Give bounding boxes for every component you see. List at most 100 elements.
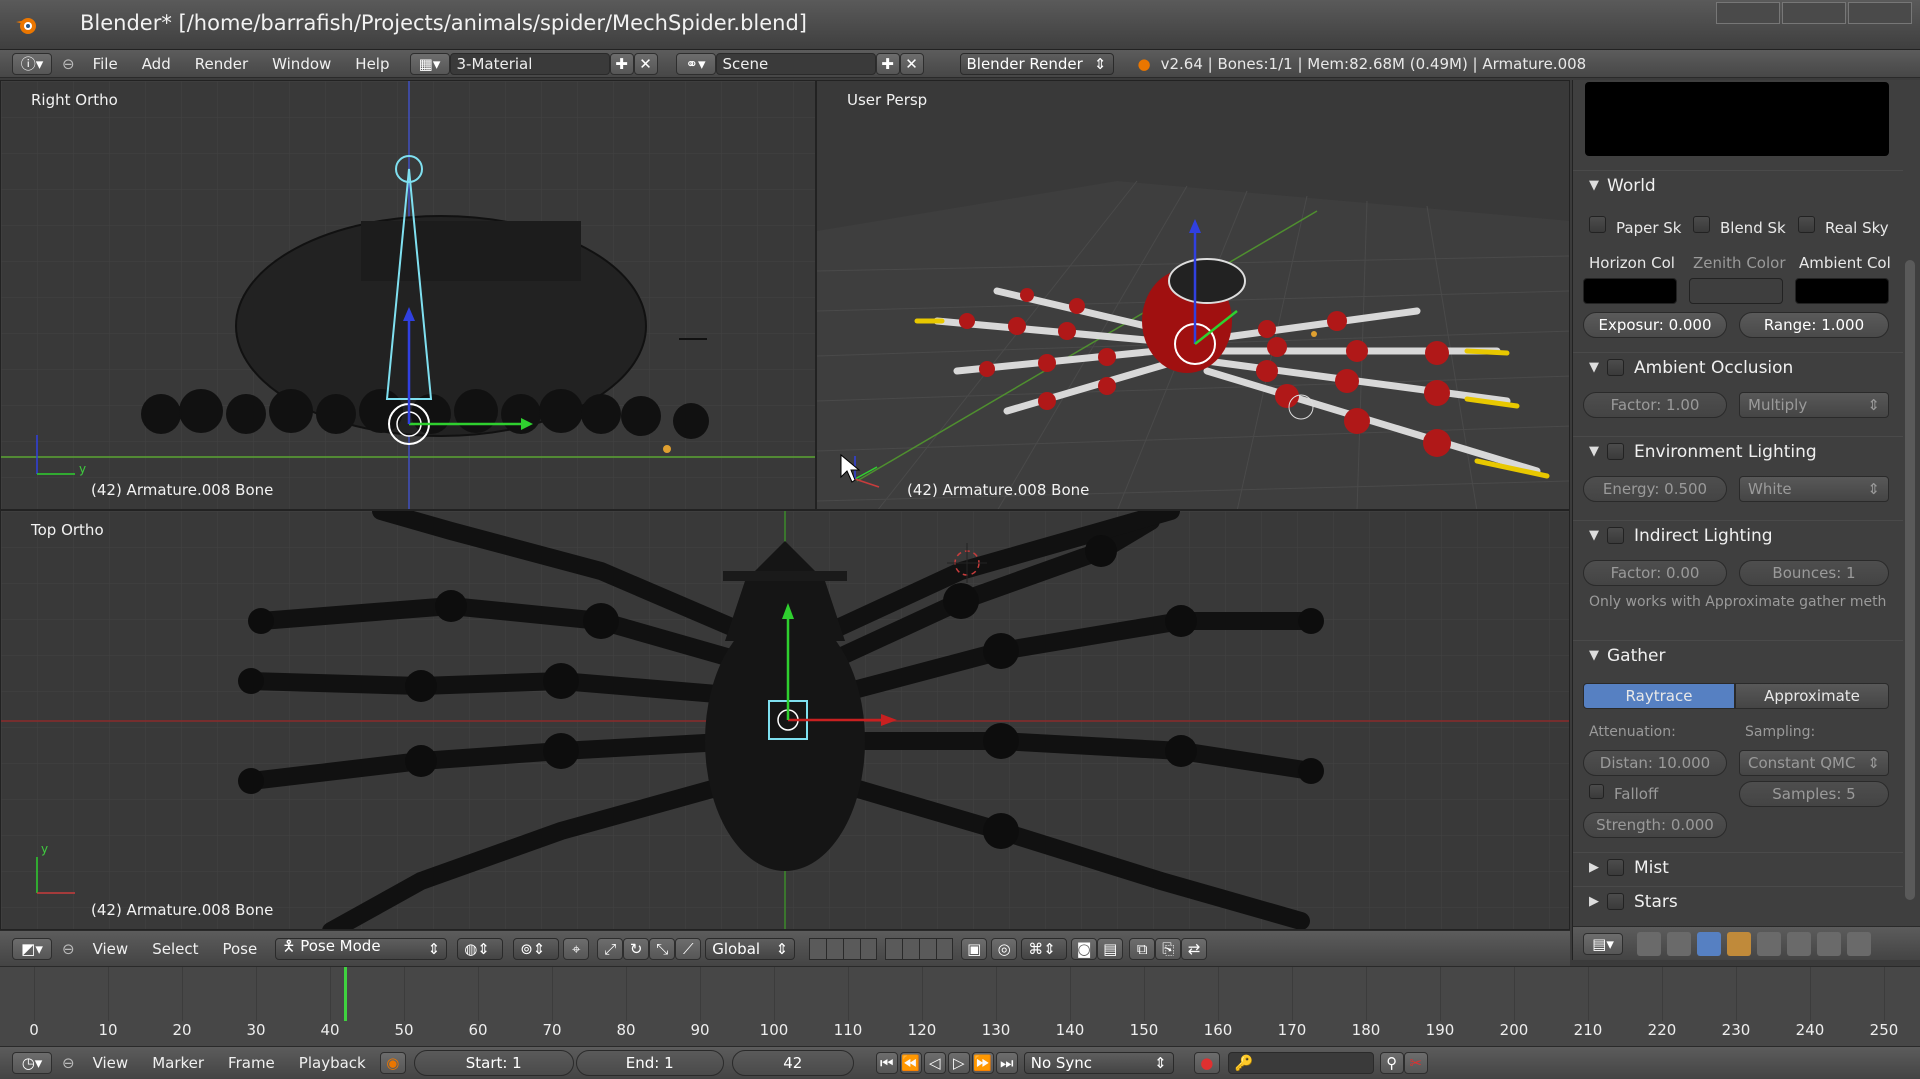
ambient-color-swatch[interactable]	[1795, 278, 1889, 304]
maximize-button[interactable]	[1782, 2, 1846, 24]
scene-layers-grid-1[interactable]	[809, 937, 878, 960]
distance-field[interactable]: Distan: 10.000	[1583, 750, 1727, 776]
object-tab-icon[interactable]	[1727, 931, 1751, 956]
menu-select[interactable]: Select	[152, 940, 198, 958]
delete-scene-button[interactable]: ✕	[899, 52, 924, 75]
indirect-factor-field[interactable]: Factor: 0.00	[1583, 560, 1727, 586]
scene-tab-icon[interactable]	[1667, 931, 1691, 956]
add-screen-button[interactable]: ✚	[609, 52, 634, 75]
indirect-bounces-field[interactable]: Bounces: 1	[1739, 560, 1889, 586]
enable-checkbox[interactable]	[1607, 359, 1624, 376]
bone-tab-icon[interactable]	[1817, 931, 1841, 956]
scene-field[interactable]: Scene	[715, 52, 876, 75]
screen-layout-browse-button[interactable]: ▦▾	[409, 52, 450, 75]
range-field[interactable]: Range: 1.000	[1739, 312, 1889, 338]
menu-view[interactable]: View	[93, 1054, 129, 1072]
mode-dropdown[interactable]: 🯅 Pose Mode ⇕	[275, 937, 448, 960]
gather-tab-approximate[interactable]: Approximate	[1735, 683, 1889, 709]
scene-layers-grid-2[interactable]	[885, 937, 954, 960]
menu-help[interactable]: Help	[355, 55, 389, 73]
play-button[interactable]: ▷	[947, 1052, 970, 1074]
collapse-menu-icon[interactable]: ⊖	[62, 1054, 75, 1072]
panel-mist-header[interactable]: ▶ Mist	[1573, 852, 1903, 882]
window-controls[interactable]	[1716, 2, 1912, 24]
armature-tab-icon[interactable]	[1787, 931, 1811, 956]
screen-layout-field[interactable]: 3-Material	[449, 52, 610, 75]
lock-layers-button[interactable]: ▣	[961, 937, 988, 960]
menu-add[interactable]: Add	[142, 55, 171, 73]
paper-sky-checkbox[interactable]: Paper Sk	[1589, 216, 1681, 237]
panel-indirect-lighting-header[interactable]: ▼ Indirect Lighting	[1573, 520, 1903, 550]
blend-sky-checkbox[interactable]: Blend Sk	[1693, 216, 1786, 237]
editor-type-button[interactable]: ◷▾	[12, 1052, 52, 1074]
translate-manipulator-button[interactable]: ⤢	[597, 937, 624, 960]
add-scene-button[interactable]: ✚	[875, 52, 900, 75]
transform-orientation-dropdown[interactable]: Global ⇕	[705, 937, 796, 960]
jump-start-button[interactable]: ⏮	[875, 1052, 898, 1074]
scale-manipulator-button[interactable]: ⤡	[649, 937, 676, 960]
collapse-menu-icon[interactable]: ⊖	[62, 940, 75, 958]
viewport-right-ortho[interactable]: Right Ortho y (42) Armature.008 Bone	[0, 80, 816, 510]
bone-constraints-tab-icon[interactable]	[1847, 931, 1871, 956]
close-button[interactable]	[1848, 2, 1912, 24]
constraints-tab-icon[interactable]	[1757, 931, 1781, 956]
menu-window[interactable]: Window	[272, 55, 331, 73]
world-tab-icon[interactable]	[1697, 931, 1721, 956]
viewport-shading-dropdown[interactable]: ◍⇕	[457, 937, 504, 960]
menu-view[interactable]: View	[93, 940, 129, 958]
menu-playback[interactable]: Playback	[299, 1054, 366, 1072]
delete-screen-button[interactable]: ✕	[633, 52, 658, 75]
proportional-edit-button[interactable]: ◎	[991, 937, 1018, 960]
pivot-point-dropdown[interactable]: ⊚⇕	[513, 937, 560, 960]
exposure-field[interactable]: Exposur: 0.000	[1583, 312, 1727, 338]
panel-environment-lighting-header[interactable]: ▼ Environment Lighting	[1573, 436, 1903, 466]
panel-world-header[interactable]: ▼ World	[1573, 170, 1903, 200]
viewport-top-ortho[interactable]: Top Ortho y (42) Armature.008 Bone	[0, 510, 1570, 930]
zenith-color-swatch[interactable]	[1689, 278, 1783, 304]
jump-keyframe-forward-button[interactable]: ⏩	[971, 1052, 994, 1074]
menu-frame[interactable]: Frame	[228, 1054, 275, 1072]
keying-set-field[interactable]: 🔑	[1227, 1052, 1374, 1074]
scene-browse-button[interactable]: ⚭▾	[675, 52, 716, 75]
enable-checkbox[interactable]	[1607, 443, 1624, 460]
jump-end-button[interactable]: ⏭	[995, 1052, 1018, 1074]
panel-stars-header[interactable]: ▶ Stars	[1573, 886, 1903, 916]
enable-checkbox[interactable]	[1607, 527, 1624, 544]
menu-marker[interactable]: Marker	[152, 1054, 204, 1072]
panel-ambient-occlusion-header[interactable]: ▼ Ambient Occlusion	[1573, 352, 1903, 382]
current-frame-field[interactable]: 42	[731, 1050, 854, 1076]
auto-keying-button[interactable]: ●	[1193, 1052, 1220, 1074]
timeline-editor[interactable]: 0 10 20 30 40 50 60 70 80 90 100 110 120 130 140 150 160…	[0, 966, 1920, 1046]
menu-file[interactable]: File	[93, 55, 118, 73]
sampling-method-dropdown[interactable]: Constant QMC ⇕	[1739, 750, 1889, 776]
samples-field[interactable]: Samples: 5	[1739, 781, 1889, 807]
copy-pose-button[interactable]: ⧉	[1129, 937, 1156, 960]
gather-tab-raytrace[interactable]: Raytrace	[1583, 683, 1735, 709]
properties-scrollbar[interactable]	[1905, 260, 1915, 900]
ao-factor-field[interactable]: Factor: 1.00	[1583, 392, 1727, 418]
menu-render[interactable]: Render	[195, 55, 248, 73]
enable-checkbox[interactable]	[1607, 859, 1624, 876]
render-engine-dropdown[interactable]: Blender Render ⇕	[959, 52, 1114, 75]
viewport-user-persp[interactable]: User Persp (42) Armature.008 Bone	[816, 80, 1570, 510]
bone-select-button[interactable]: ⟋	[675, 937, 702, 960]
panel-gather-header[interactable]: ▼ Gather	[1573, 640, 1903, 670]
render-tab-icon[interactable]	[1637, 931, 1661, 956]
insert-keyframe-button[interactable]: ⚲	[1379, 1052, 1404, 1074]
strength-field[interactable]: Strength: 0.000	[1583, 812, 1727, 838]
horizon-color-swatch[interactable]	[1583, 278, 1677, 304]
editor-type-button[interactable]: ▤▾	[1583, 932, 1623, 955]
editor-type-button[interactable]: ⓘ▾	[12, 52, 52, 75]
editor-type-button[interactable]: ◩▾	[12, 937, 52, 960]
real-sky-checkbox[interactable]: Real Sky	[1798, 216, 1889, 237]
collapse-menu-icon[interactable]: ⊖	[62, 55, 75, 73]
rotate-manipulator-button[interactable]: ↻	[623, 937, 650, 960]
paste-flipped-pose-button[interactable]: ⇄	[1181, 937, 1208, 960]
start-frame-field[interactable]: Start: 1	[413, 1050, 574, 1076]
env-energy-field[interactable]: Energy: 0.500	[1583, 476, 1727, 502]
minimize-button[interactable]	[1716, 2, 1780, 24]
render-opengl-button[interactable]: ◙	[1071, 937, 1098, 960]
current-frame-indicator[interactable]	[343, 967, 347, 1021]
play-reverse-button[interactable]: ◁	[923, 1052, 946, 1074]
jump-keyframe-back-button[interactable]: ⏪	[899, 1052, 922, 1074]
